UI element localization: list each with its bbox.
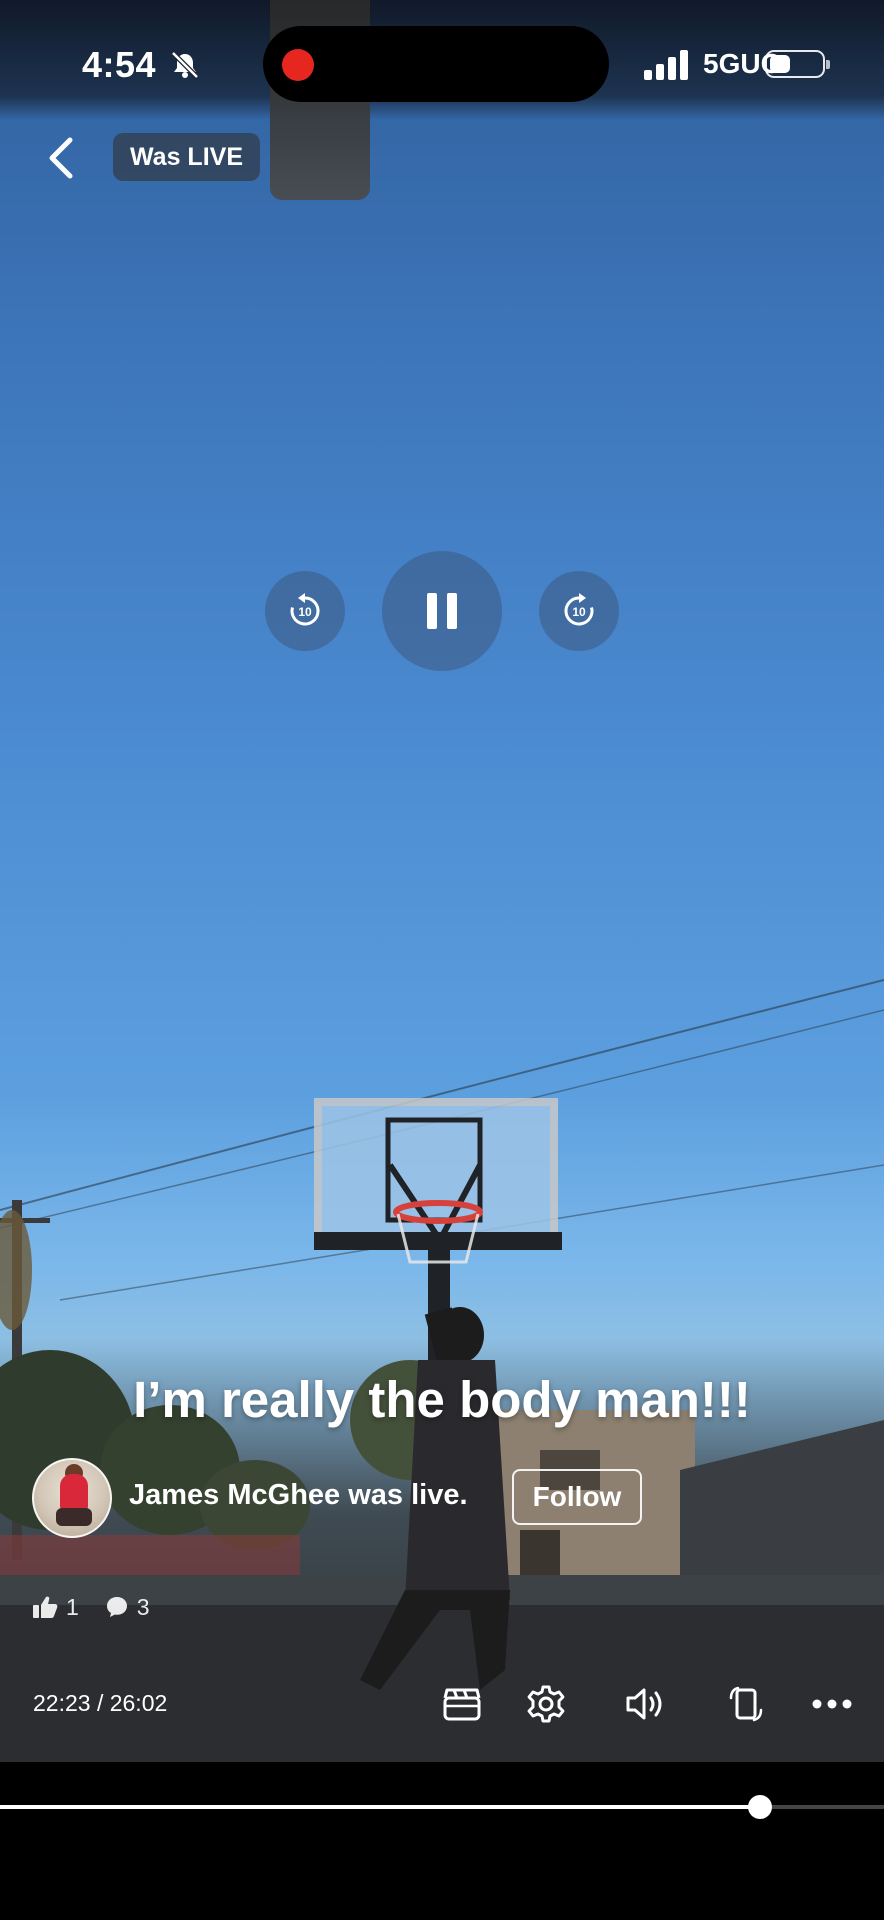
chevron-left-icon[interactable] xyxy=(40,132,84,184)
follow-button[interactable]: Follow xyxy=(512,1469,642,1525)
volume-icon xyxy=(626,1688,662,1720)
progress-area xyxy=(0,1762,884,1920)
forward-10-button[interactable]: 10 xyxy=(539,571,619,651)
progress-scrubber-knob[interactable] xyxy=(748,1795,772,1819)
reaction-counts[interactable]: 1 3 xyxy=(32,1590,176,1624)
comment-icon xyxy=(106,1597,127,1617)
progress-played xyxy=(0,1805,760,1809)
status-bar: 4:54 5GUC xyxy=(0,0,884,130)
settings-button[interactable] xyxy=(522,1680,570,1728)
more-icon xyxy=(812,1699,852,1709)
more-button[interactable] xyxy=(808,1680,856,1728)
signal-icon xyxy=(644,50,688,80)
pause-icon xyxy=(427,593,457,629)
timecode: 22:23 / 26:02 xyxy=(33,1690,168,1716)
bell-off-icon xyxy=(171,51,199,79)
was-live-badge: Was LIVE xyxy=(113,133,260,181)
forward-10-icon: 10 xyxy=(564,593,594,626)
forward-10-label: 10 xyxy=(572,605,586,619)
rotate-screen-icon xyxy=(729,1686,763,1722)
bottom-control-bar: 22:23 / 26:02 xyxy=(0,1676,884,1734)
rewind-10-label: 10 xyxy=(298,605,312,619)
battery-icon xyxy=(765,50,830,78)
rotate-button[interactable] xyxy=(722,1680,770,1728)
like-count: 1 xyxy=(66,1593,79,1620)
volume-button[interactable] xyxy=(622,1680,670,1728)
clapperboard-icon xyxy=(443,1688,481,1721)
clapperboard-button[interactable] xyxy=(438,1680,486,1728)
like-icon xyxy=(33,1596,58,1618)
owner-status-text[interactable]: James McGhee was live. xyxy=(129,1479,468,1512)
video-player-screen: 4:54 5GUC Was LIVE 10 10 I’m really the … xyxy=(0,0,884,1920)
recording-dot xyxy=(282,49,314,81)
dynamic-island xyxy=(263,26,609,102)
video-caption: I’m really the body man!!! xyxy=(133,1371,751,1428)
rewind-10-icon: 10 xyxy=(290,593,320,626)
settings-gear-icon xyxy=(527,1685,565,1723)
rewind-10-button[interactable]: 10 xyxy=(265,571,345,651)
avatar[interactable] xyxy=(32,1458,112,1538)
status-time: 4:54 xyxy=(82,44,157,85)
comment-count: 3 xyxy=(136,1593,150,1620)
pause-button[interactable] xyxy=(382,551,502,671)
